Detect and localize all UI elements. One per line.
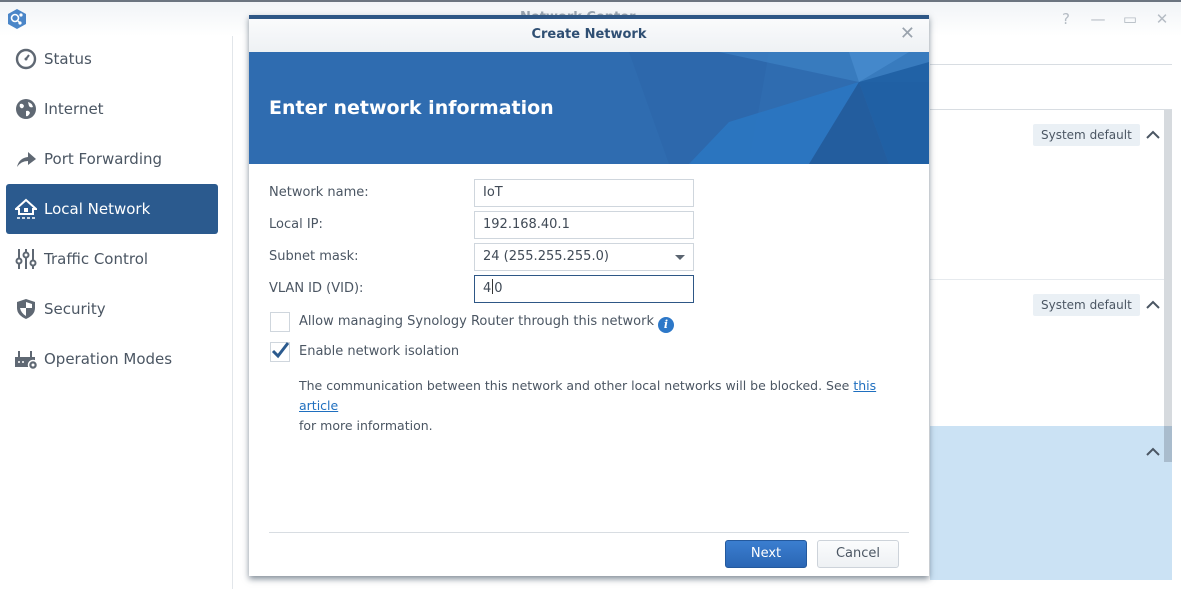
sidebar-item-operation-modes[interactable]: Operation Modes — [6, 335, 218, 383]
dialog-banner: Enter network information — [249, 52, 929, 164]
vlan-id-value-part: 0 — [494, 281, 503, 296]
description-text: The communication between this network a… — [299, 378, 854, 393]
globe-icon — [14, 97, 38, 121]
next-button[interactable]: Next — [725, 540, 807, 568]
sidebar-item-port-forwarding[interactable]: Port Forwarding — [6, 135, 218, 183]
cancel-button[interactable]: Cancel — [817, 540, 899, 568]
network-name-label: Network name: — [269, 185, 369, 200]
info-icon[interactable]: i — [658, 317, 675, 333]
forward-arrow-icon — [14, 147, 38, 171]
minimize-icon[interactable]: — — [1089, 10, 1107, 28]
chevron-up-icon[interactable] — [1144, 128, 1162, 142]
scrollbar-thumb[interactable] — [1164, 426, 1172, 462]
banner-title: Enter network information — [269, 97, 554, 119]
home-network-icon — [14, 197, 38, 221]
network-center-logo-icon — [8, 9, 26, 29]
local-ip-input[interactable]: 192.168.40.1 — [474, 211, 694, 239]
subnet-mask-label: Subnet mask: — [269, 249, 359, 264]
sidebar-item-label: Status — [44, 50, 92, 68]
scrollbar[interactable] — [1164, 110, 1172, 426]
checkmark-icon — [271, 342, 290, 359]
sidebar: Status Internet Port Forwarding Local Ne… — [0, 36, 233, 589]
network-isolation-label: Enable network isolation — [299, 344, 460, 359]
section-badge: System default — [1033, 124, 1140, 146]
subnet-mask-select[interactable]: 24 (255.255.255.0) — [474, 243, 694, 271]
close-icon[interactable]: ✕ — [900, 24, 915, 44]
chevron-down-icon[interactable] — [675, 255, 685, 260]
sidebar-item-status[interactable]: Status — [6, 35, 218, 83]
sidebar-item-security[interactable]: Security — [6, 285, 218, 333]
shield-icon — [14, 297, 38, 321]
selected-network-section[interactable] — [930, 426, 1172, 580]
close-window-icon[interactable]: ✕ — [1153, 10, 1171, 28]
dialog-header: Create Network ✕ — [249, 19, 929, 52]
network-name-input[interactable]: IoT — [474, 179, 694, 207]
sidebar-item-internet[interactable]: Internet — [6, 85, 218, 133]
divider — [930, 279, 1164, 280]
sidebar-item-label: Internet — [44, 100, 104, 118]
vlan-id-value-part: 4 — [483, 281, 492, 296]
sidebar-item-label: Security — [44, 300, 106, 318]
vlan-id-label: VLAN ID (VID): — [269, 281, 364, 296]
section-badge: System default — [1033, 294, 1140, 316]
help-icon[interactable]: ? — [1057, 10, 1075, 28]
isolation-description: The communication between this network a… — [299, 376, 909, 436]
local-ip-label: Local IP: — [269, 217, 323, 232]
allow-managing-checkbox[interactable] — [270, 312, 290, 332]
chevron-up-icon[interactable] — [1144, 445, 1162, 459]
dialog-title: Create Network — [531, 27, 647, 42]
chevron-up-icon[interactable] — [1144, 298, 1162, 312]
sidebar-item-local-network[interactable]: Local Network — [6, 184, 218, 234]
vlan-id-input[interactable]: 40 — [474, 275, 694, 303]
speedometer-icon — [14, 47, 38, 71]
sidebar-item-label: Port Forwarding — [44, 150, 163, 168]
sidebar-item-label: Local Network — [44, 200, 151, 218]
sidebar-item-label: Traffic Control — [44, 250, 149, 268]
maximize-icon[interactable]: ▭ — [1121, 10, 1139, 28]
description-suffix: for more information. — [299, 418, 433, 433]
router-gear-icon — [14, 347, 38, 371]
divider — [930, 64, 1172, 65]
footer-divider — [269, 532, 909, 533]
sliders-icon — [14, 247, 38, 271]
allow-managing-option: Allow managing Synology Router through t… — [299, 314, 675, 333]
create-network-dialog: Create Network ✕ Enter network informati… — [249, 15, 929, 576]
sidebar-item-label: Operation Modes — [44, 350, 173, 368]
subnet-mask-value: 24 (255.255.255.0) — [483, 249, 609, 264]
sidebar-item-traffic-control[interactable]: Traffic Control — [6, 235, 218, 283]
allow-managing-label: Allow managing Synology Router through t… — [299, 314, 655, 329]
network-isolation-checkbox[interactable] — [270, 342, 290, 362]
divider — [930, 109, 1172, 110]
